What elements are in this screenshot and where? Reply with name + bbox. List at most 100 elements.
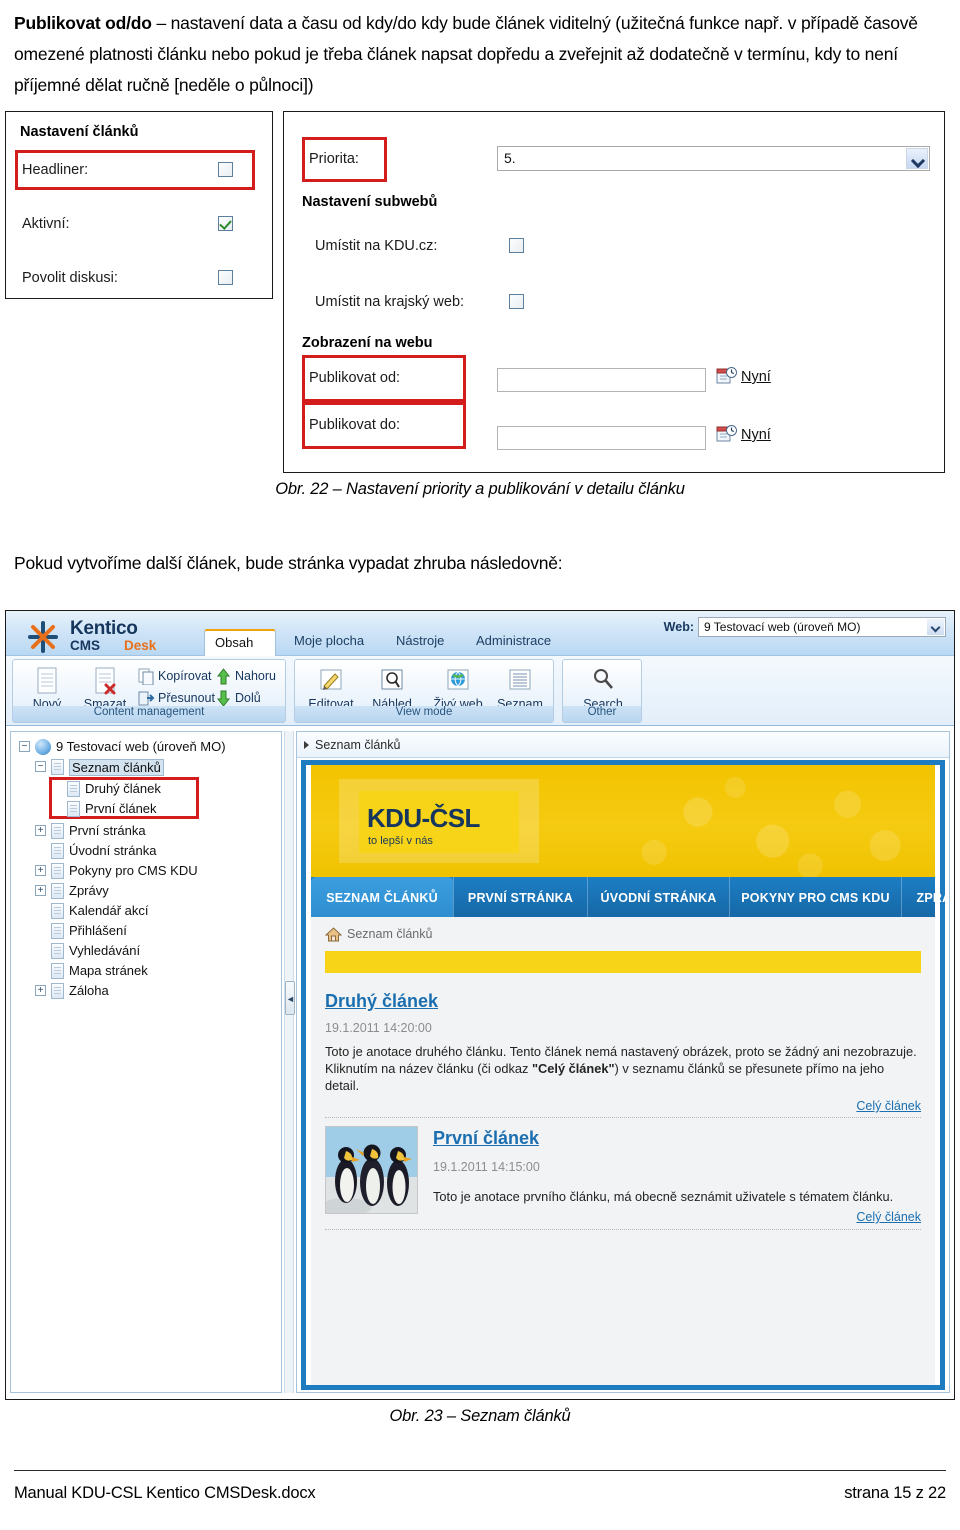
content-preview-pane: Seznam článků KDU-ČSL to lepší v nás SEZ… xyxy=(296,731,950,1393)
delete-page-icon xyxy=(95,667,116,695)
tab-administrace[interactable]: Administrace xyxy=(466,629,561,656)
home-icon xyxy=(325,927,342,942)
priorita-dropdown[interactable]: 5. xyxy=(497,146,930,171)
tree-expander-minus-2[interactable]: − xyxy=(35,761,46,772)
article-settings-panel: Nastavení článků Headliner: Aktivní: Pov… xyxy=(5,111,273,299)
povolit-diskusi-label: Povolit diskusi: xyxy=(22,270,118,286)
ribbon-new-button[interactable]: Nový xyxy=(21,666,73,711)
chevron-down-icon-web[interactable] xyxy=(927,619,944,635)
figure-22-screenshot: Nastavení článků Headliner: Aktivní: Pov… xyxy=(0,108,960,473)
article-1-more-link[interactable]: Celý článek xyxy=(856,1099,921,1113)
footer-divider xyxy=(14,1470,946,1471)
tree-expander-plus-2[interactable]: + xyxy=(35,865,46,876)
publikovat-od-input[interactable] xyxy=(497,368,706,392)
calendar-clock-icon-2[interactable] xyxy=(716,424,738,444)
povolit-diskusi-checkbox[interactable] xyxy=(218,270,233,285)
content-tree[interactable]: − 9 Testovací web (úroveň MO) − Seznam č… xyxy=(10,731,282,1393)
page-icon-3 xyxy=(67,801,80,817)
tree-expander-minus[interactable]: − xyxy=(19,741,30,752)
page-icon-2 xyxy=(67,781,80,797)
tab-administrace-label: Administrace xyxy=(476,633,552,648)
site-home-breadcrumb: Seznam článků xyxy=(325,927,433,942)
umistit-krajsky-checkbox[interactable] xyxy=(509,294,524,309)
ribbon-up-label: Nahoru xyxy=(235,669,276,683)
ribbon-preview-button[interactable]: Náhled xyxy=(357,663,427,713)
page-icon-7 xyxy=(51,883,64,899)
kdu-csl-logo: KDU-ČSL to lepší v nás xyxy=(359,791,519,853)
tab-moje-plocha-label: Moje plocha xyxy=(294,633,365,648)
search-icon xyxy=(594,669,613,689)
site-nav-zpravy[interactable]: ZPRÁVY xyxy=(901,877,949,917)
article-settings-heading: Nastavení článků xyxy=(20,124,139,140)
article-2-thumbnail[interactable] xyxy=(325,1126,418,1214)
figure-23-screenshot: Kentico CMS Desk Obsah Moje plocha Nástr… xyxy=(5,610,955,1400)
tree-node-zaloha-label: Záloha xyxy=(69,983,109,998)
arrow-down-icon xyxy=(216,690,231,707)
publikovat-do-label: Publikovat do: xyxy=(309,417,401,433)
tree-expander-plus[interactable]: + xyxy=(35,825,46,836)
site-preview-frame: KDU-ČSL to lepší v nás SEZNAM ČLÁNKŮ PRV… xyxy=(297,758,949,1392)
caption-figure-22: Obr. 22 – Nastavení priority a publiková… xyxy=(275,480,685,498)
ribbon-delete-button[interactable]: Smazat xyxy=(79,666,131,711)
tree-node-uvodni-stranka-label: Úvodní stránka xyxy=(69,843,157,858)
article-1-title[interactable]: Druhý článek xyxy=(325,991,438,1012)
kentico-brand-cms: CMS xyxy=(70,638,100,653)
publikovat-do-now-link[interactable]: Nyní xyxy=(741,427,771,443)
site-nav-seznam-clanku[interactable]: SEZNAM ČLÁNKŮ xyxy=(311,877,453,917)
kentico-ribbon: Nový Smazat Kopírovat Přesunout Nahoru D… xyxy=(6,656,954,726)
page-icon-5 xyxy=(51,843,64,859)
aktivni-label: Aktivní: xyxy=(22,216,70,232)
breadcrumb-arrow-icon xyxy=(304,741,309,749)
tree-content-splitter[interactable]: ◄ xyxy=(284,731,295,1393)
publikovat-od-now-link[interactable]: Nyní xyxy=(741,369,771,385)
site-banner: KDU-ČSL to lepší v nás xyxy=(311,765,935,877)
aktivni-checkbox[interactable] xyxy=(218,216,233,231)
article-2-more-link[interactable]: Celý článek xyxy=(856,1210,921,1224)
publikovat-do-input[interactable] xyxy=(497,426,706,450)
ribbon-search-button[interactable]: Search xyxy=(575,666,631,711)
site-home-breadcrumb-label: Seznam článků xyxy=(347,927,433,941)
site-nav-uvodni-stranka[interactable]: ÚVODNÍ STRÁNKA xyxy=(587,877,729,917)
tree-node-prvni-clanek-label: První článek xyxy=(85,801,157,816)
web-selector-dropdown[interactable]: 9 Testovací web (úroveň MO) xyxy=(698,617,946,637)
ribbon-group-view-mode: Editovat Náhled Živý web Seznam View mod… xyxy=(294,659,554,723)
preview-icon xyxy=(381,669,403,690)
headliner-label: Headliner: xyxy=(22,162,89,178)
umistit-krajsky-label: Umístit na krajský web: xyxy=(315,294,465,310)
site-nav-prvni-stranka[interactable]: PRVNÍ STRÁNKA xyxy=(453,877,587,917)
kdu-csl-logo-slogan: to lepší v nás xyxy=(368,835,433,847)
kentico-star-icon xyxy=(28,621,58,653)
copy-icon xyxy=(138,668,154,685)
ribbon-group-title-other: Other xyxy=(563,706,641,722)
ribbon-group-title-content: Content management xyxy=(13,706,285,722)
tab-obsah[interactable]: Obsah xyxy=(204,629,276,656)
ribbon-list-button[interactable]: Seznam xyxy=(493,666,547,711)
site-nav-pokyny-label: POKYNY PRO CMS KDU xyxy=(741,891,890,905)
tab-nastroje-label: Nástroje xyxy=(396,633,445,648)
article-2-date: 19.1.2011 14:15:00 xyxy=(433,1160,540,1174)
article-2-title[interactable]: První článek xyxy=(433,1128,539,1149)
site-nav-zpravy-label: ZPRÁVY xyxy=(916,891,949,905)
calendar-clock-icon[interactable] xyxy=(716,366,738,386)
ribbon-edit-button[interactable]: Editovat xyxy=(305,666,357,711)
new-page-icon xyxy=(37,667,57,694)
tree-node-druhy-clanek-label: Druhý článek xyxy=(85,781,161,796)
collapse-tree-handle[interactable]: ◄ xyxy=(285,981,295,1015)
tree-node-pokyny-label: Pokyny pro CMS KDU xyxy=(69,863,198,878)
page-icon-8 xyxy=(51,903,64,919)
tree-expander-plus-4[interactable]: + xyxy=(35,985,46,996)
kdu-csl-logo-title: KDU-ČSL xyxy=(367,803,480,833)
site-bottom-border xyxy=(306,1385,940,1390)
kentico-body: − 9 Testovací web (úroveň MO) − Seznam č… xyxy=(6,727,954,1399)
site-nav-pokyny[interactable]: POKYNY PRO CMS KDU xyxy=(729,877,901,917)
chevron-down-icon[interactable] xyxy=(906,148,928,169)
footer-document-name: Manual KDU-CSL Kentico CMSDesk.docx xyxy=(14,1484,316,1502)
tree-expander-plus-3[interactable]: + xyxy=(35,885,46,896)
tab-moje-plocha[interactable]: Moje plocha xyxy=(284,629,374,656)
headliner-checkbox[interactable] xyxy=(218,162,233,177)
article-2-separator xyxy=(325,1229,921,1230)
tab-nastroje[interactable]: Nástroje xyxy=(386,629,454,656)
ribbon-live-site-button[interactable]: Živý web xyxy=(427,666,489,711)
publikovat-od-label: Publikovat od: xyxy=(309,370,401,386)
umistit-kdu-checkbox[interactable] xyxy=(509,238,524,253)
